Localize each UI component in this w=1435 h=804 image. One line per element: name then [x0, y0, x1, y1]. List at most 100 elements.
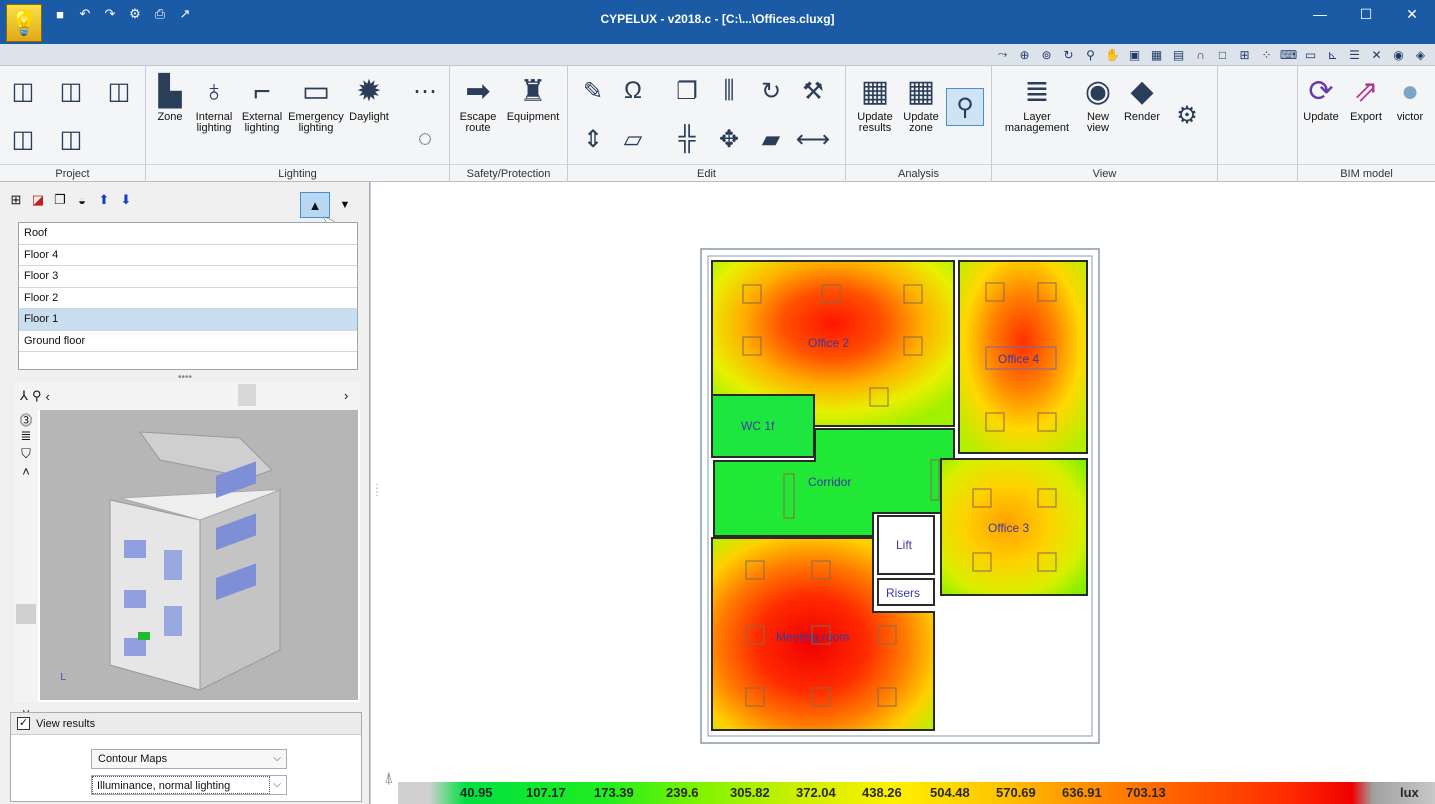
regenerate-icon[interactable]: ↻: [1060, 46, 1077, 63]
scroll-left-icon[interactable]: ‹: [45, 389, 49, 404]
floor-properties-icon[interactable]: ◒: [74, 192, 90, 208]
panel-splitter[interactable]: ⋮ ⋮: [370, 182, 382, 804]
group-label-view: View: [992, 164, 1217, 182]
diamond-icon[interactable]: ◈: [1412, 46, 1429, 63]
zoom-window-icon[interactable]: ⊕: [1016, 46, 1033, 63]
project-data-icon[interactable]: ◫: [104, 76, 134, 106]
delete-floor-icon[interactable]: ◪: [30, 192, 46, 208]
pan-icon[interactable]: ✋: [1104, 46, 1121, 63]
daylight-button[interactable]: ✹ Daylight: [344, 76, 394, 123]
floor-item[interactable]: Ground floor: [19, 331, 357, 352]
zoom-icon[interactable]: ⚲: [32, 388, 42, 404]
render-button[interactable]: ◆ Render: [1118, 76, 1166, 123]
globe-icon[interactable]: ◉: [1390, 46, 1407, 63]
floor-item[interactable]: Roof: [19, 223, 357, 245]
internal-lighting-button[interactable]: ♁ Internal lighting: [190, 76, 238, 134]
scroll-right-icon[interactable]: ›: [344, 388, 348, 403]
grid-icon[interactable]: ▦: [1148, 46, 1165, 63]
tools-icon[interactable]: ✕: [1368, 46, 1385, 63]
new-view-button[interactable]: ◉ New view: [1078, 76, 1118, 134]
search-results-icon[interactable]: ⚲: [946, 88, 984, 126]
floor-item[interactable]: Floor 4: [19, 245, 357, 266]
snap-icon[interactable]: ⁘: [1258, 46, 1275, 63]
update-results-button[interactable]: ▦ Update results: [850, 76, 900, 134]
add-floor-icon[interactable]: ⊞: [8, 192, 24, 208]
keyboard-icon[interactable]: ⌨: [1280, 46, 1297, 63]
dots-icon[interactable]: ⋯: [410, 76, 440, 106]
external-lighting-button[interactable]: ⌐ External lighting: [238, 76, 286, 134]
3d-icon[interactable]: ⓷: [14, 410, 38, 428]
sync-icon: ⟳: [1308, 75, 1334, 108]
copy-floor-icon[interactable]: ❐: [52, 192, 68, 208]
layer-management-button[interactable]: ≣ Layer management: [1002, 76, 1072, 134]
zoom-icon[interactable]: ⚲: [1082, 46, 1099, 63]
magnet-icon[interactable]: ∩: [1192, 46, 1209, 63]
floor-item[interactable]: Floor 3: [19, 266, 357, 288]
minimize-button[interactable]: —: [1297, 0, 1343, 28]
zoom-all-icon[interactable]: ⊚: [1038, 46, 1055, 63]
user-account-button[interactable]: ● victor: [1388, 76, 1432, 123]
floor-item[interactable]: Floor 2: [19, 288, 357, 309]
triangle-down-icon: ▼: [339, 199, 351, 211]
move-vertical-icon[interactable]: ⇕: [578, 124, 608, 154]
drawing-canvas[interactable]: Office 2 Office 4 WC 1f Corridor Office …: [378, 182, 1435, 804]
window-icon[interactable]: ▣: [1126, 46, 1143, 63]
project-list-icon[interactable]: ◫: [56, 124, 86, 154]
gear-icon[interactable]: ⚙: [1172, 100, 1202, 130]
select-icon[interactable]: ⤳: [994, 46, 1011, 63]
zone-button[interactable]: ▙ Zone: [150, 76, 190, 123]
scale-value: 636.91: [1062, 785, 1102, 800]
box-icon[interactable]: □: [1214, 46, 1231, 63]
group-edit: ✎ Ω ❐ ⫼ ↻ ⚒ ⇕ ▱ ╬ ✥ ▰ ⟷ Edit: [568, 66, 846, 182]
pencil-icon[interactable]: ✎: [578, 76, 608, 106]
floor-down-button[interactable]: ▼: [336, 192, 354, 218]
escape-route-button[interactable]: ➡ Escape route: [454, 76, 502, 134]
update-zone-button[interactable]: ▦ Update zone: [898, 76, 944, 134]
eraser-icon[interactable]: ▱: [618, 124, 648, 154]
mirror-icon[interactable]: ⫼: [714, 76, 744, 106]
table-icon[interactable]: ⊞: [1236, 46, 1253, 63]
move-icon[interactable]: ✥: [714, 124, 744, 154]
group-label-project: Project: [0, 164, 145, 182]
monitor-icon[interactable]: ▭: [1302, 46, 1319, 63]
group-project: ◫ ◫ ◫ ◫ ◫ Project: [0, 66, 146, 182]
quantity-select[interactable]: Illuminance, normal lighting ⌵: [91, 775, 287, 795]
copy-icon[interactable]: ❐: [672, 76, 702, 106]
new-project-icon[interactable]: ◫: [8, 76, 38, 106]
arrow-up-icon[interactable]: ⬆: [96, 192, 112, 208]
layers-icon[interactable]: ▤: [1170, 46, 1187, 63]
map-type-select[interactable]: Contour Maps ⌵: [91, 749, 287, 769]
axes-icon[interactable]: ⅄: [20, 388, 28, 404]
building-3d-svg: ʟ: [40, 410, 358, 700]
group-lighting: ▙ Zone ♁ Internal lighting ⌐ External lightin…: [146, 66, 450, 182]
window-title: CYPELUX - v2018.c - [C:\...\Offices.clux…: [600, 12, 835, 26]
horizontal-scroll-thumb[interactable]: [238, 384, 256, 406]
close-button[interactable]: ✕: [1389, 0, 1435, 28]
plane-icon[interactable]: ▰: [756, 124, 786, 154]
lamp-edit-icon[interactable]: Ω: [618, 76, 648, 106]
brush-icon[interactable]: ⚒: [798, 76, 828, 106]
shield-icon[interactable]: ⛉: [14, 446, 38, 464]
angle-icon[interactable]: ⊾: [1324, 46, 1341, 63]
arrow-down-icon[interactable]: ⬇: [118, 192, 134, 208]
floor-item[interactable]: Floor 1: [19, 309, 357, 331]
emergency-lighting-button[interactable]: ▭ Emergency lighting: [286, 76, 346, 134]
chevron-down-icon: ⌵: [273, 779, 281, 790]
vertical-scroll-thumb[interactable]: [16, 604, 36, 624]
room-label-lift: Lift: [896, 538, 913, 552]
layers-icon[interactable]: ≣: [14, 428, 38, 446]
rotate-icon[interactable]: ↻: [756, 76, 786, 106]
equipment-button[interactable]: ♜ Equipment: [502, 76, 564, 123]
bim-update-button[interactable]: ⟳ Update: [1298, 76, 1344, 123]
scroll-up-icon[interactable]: ˄: [14, 464, 38, 482]
align-icon[interactable]: ╬: [672, 124, 702, 154]
circle-points-icon[interactable]: ◌: [410, 124, 440, 154]
project-light-icon[interactable]: ◫: [8, 124, 38, 154]
bim-export-button[interactable]: ⇗ Export: [1344, 76, 1388, 123]
list-icon[interactable]: ☰: [1346, 46, 1363, 63]
measure-icon[interactable]: ⟷: [796, 124, 830, 154]
open-project-icon[interactable]: ◫: [56, 76, 86, 106]
view-results-checkbox[interactable]: ✓: [17, 717, 30, 730]
building-3d-model[interactable]: ʟ: [40, 410, 358, 700]
maximize-button[interactable]: ☐: [1343, 0, 1389, 28]
